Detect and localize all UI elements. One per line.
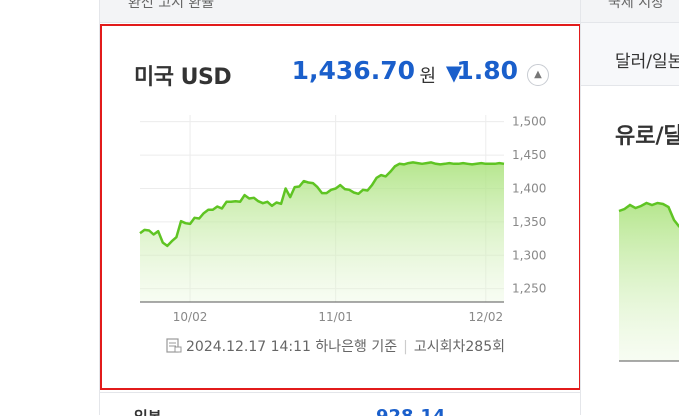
domestic-rate-column: 환전 고시 환율 미국 USD 1,436.70 원 ▼ 1.80 ▲ 1,50… [99,0,581,416]
x-tick-label: 12/02 [469,310,504,324]
document-icon [166,338,182,353]
y-tick-label: 1,300 [512,248,546,262]
tab-label: 달러/일본 [615,52,679,72]
currency-pair-title: 유로/달 [615,124,679,149]
usd-rate-chart: 1,500 1,450 1,400 1,350 1,300 1,250 10/02 11/01… [139,115,546,324]
jpy-rate-card[interactable]: 일본 928.14 [100,392,581,416]
x-tick-label: 11/01 [318,310,353,324]
rate-footer: 2024.12.17 14:11 하나은행 기준 | 고시회차285회 [166,336,505,356]
eur-usd-chart: 10/ [618,201,679,362]
section-header-label: 환전 고시 환율 [128,0,215,11]
y-tick-label: 1,500 [512,115,546,129]
footer-timestamp: 2024.12.17 14:11 하나은행 기준 [186,339,398,355]
usd-rate-card[interactable]: 미국 USD 1,436.70 원 ▼ 1.80 ▲ 1,500 1,450 1,4… [100,24,581,390]
y-tick-label: 1,450 [512,148,546,162]
section-header: 국제 시장 [581,0,679,23]
footer-round: 고시회차285회 [413,339,505,355]
section-header: 환전 고시 환율 [100,0,581,23]
y-tick-label: 1,250 [512,282,546,296]
international-market-column: 국제 시장 달러/일본 유로/달 10/ [580,0,679,415]
area-fill [619,203,679,361]
area-fill [140,162,504,302]
x-tick-label: 10/02 [173,310,208,324]
y-tick-label: 1,400 [512,181,546,195]
tab-usd-jpy[interactable]: 달러/일본 [581,23,679,86]
footer-divider: | [403,339,408,355]
section-header-label: 국제 시장 [608,0,664,11]
y-tick-label: 1,350 [512,215,546,229]
